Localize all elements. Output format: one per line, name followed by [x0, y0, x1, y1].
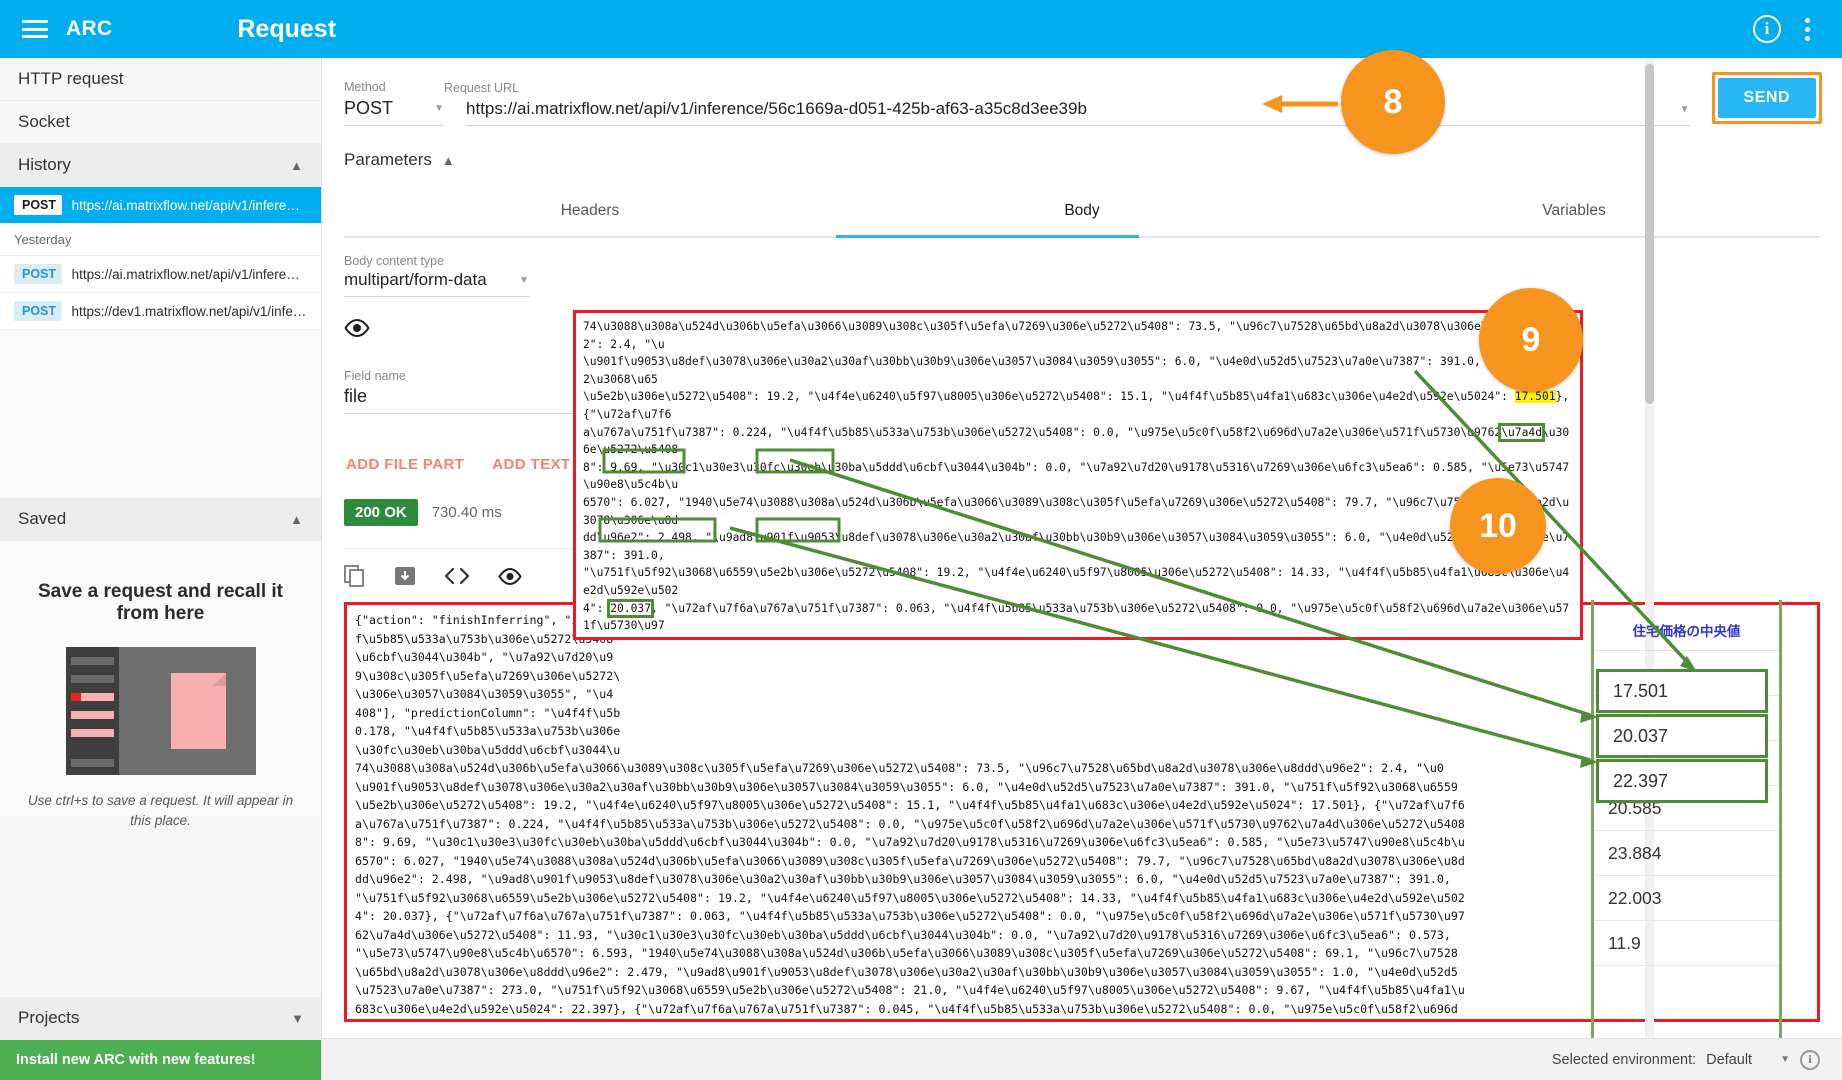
highlighted-value: 17.501	[1514, 390, 1556, 404]
active-tab-indicator	[835, 235, 1139, 238]
chevron-down-icon[interactable]: ▼	[1680, 104, 1690, 115]
chevron-up-icon[interactable]	[442, 153, 455, 168]
history-entry-url: https://ai.matrixflow.net/api/v1/inferen…	[71, 266, 307, 282]
send-button-highlight: SEND	[1711, 72, 1822, 124]
top-bar-actions: i	[1753, 14, 1814, 45]
method-select[interactable]: POST ▼	[344, 98, 444, 126]
response-toolbar	[344, 548, 574, 592]
response-json-overlay[interactable]: 74\u3088\u308a\u524d\u306b\u5efa\u3066\u…	[573, 310, 1583, 640]
copy-icon[interactable]	[344, 565, 366, 592]
sidebar-item-socket[interactable]: Socket	[0, 101, 321, 144]
saved-empty-title: Save a request and recall it from here	[37, 581, 283, 624]
sidebar-item-http-request[interactable]: HTTP request	[0, 58, 321, 101]
highlighted-cell-1: 17.501	[1596, 669, 1768, 713]
history-spacer	[0, 330, 321, 498]
method-label: Method	[344, 80, 386, 94]
body-content-type-select[interactable]: multipart/form-data ▼	[344, 270, 529, 297]
menu-icon[interactable]	[22, 20, 48, 38]
add-file-part-button[interactable]: ADD FILE PART	[344, 452, 466, 477]
request-url-label: Request URL	[444, 81, 520, 95]
sheet-cell: 23.884	[1594, 831, 1779, 876]
callout-badge-8: 8	[1341, 50, 1445, 154]
tab-body[interactable]: Body	[836, 188, 1328, 236]
chevron-up-icon[interactable]	[290, 512, 303, 527]
top-app-bar: ARC Request i	[0, 0, 1842, 58]
illustration-document	[170, 673, 226, 749]
callout-badge-10: 10	[1450, 478, 1546, 574]
history-entry-active[interactable]: POST https://ai.matrixflow.net/api/v1/in…	[0, 187, 321, 224]
response-time: 730.40 ms	[431, 504, 502, 521]
url-field: Request URL https://ai.matrixflow.net/ap…	[444, 81, 1690, 126]
send-button[interactable]: SEND	[1717, 78, 1816, 118]
chevron-down-icon[interactable]	[291, 1011, 304, 1026]
chevron-down-icon: ▼	[434, 103, 444, 114]
preview-eye-icon[interactable]	[498, 567, 522, 590]
body-content-type-value: multipart/form-data	[344, 270, 487, 289]
environment-label: Selected environment:	[1551, 1051, 1697, 1068]
chevron-down-icon: ▼	[519, 274, 529, 286]
sidebar-section-history[interactable]: History	[0, 144, 321, 187]
sheet-right-border	[1779, 600, 1782, 1050]
parameters-toggle[interactable]: Parameters	[322, 126, 1842, 170]
sidebar: HTTP request Socket History POST https:/…	[0, 58, 322, 1080]
illustration-sidebar	[65, 647, 119, 775]
chevron-up-icon[interactable]	[290, 158, 303, 173]
environment-select[interactable]: Default ▼	[1706, 1052, 1790, 1068]
history-entry-url: https://dev1.matrixflow.net/api/v1/infer…	[71, 303, 307, 319]
boxed-value: \u7a4d	[1498, 422, 1545, 442]
request-row: Method POST ▼ Request URL https://ai.mat…	[322, 58, 1842, 126]
history-entry-url: https://ai.matrixflow.net/api/v1/inferen…	[71, 197, 307, 213]
sidebar-section-saved[interactable]: Saved	[0, 498, 321, 541]
history-day-label: Yesterday	[0, 224, 321, 256]
method-field: Method POST ▼	[344, 80, 444, 126]
app-brand: ARC	[66, 17, 113, 40]
saved-empty-hint: Use ctrl+s to save a request. It will ap…	[27, 793, 294, 828]
request-url-input[interactable]: https://ai.matrixflow.net/api/v1/inferen…	[466, 99, 1690, 126]
boxed-value: 20.037	[607, 598, 655, 618]
callout-badge-9: 9	[1479, 288, 1583, 392]
chevron-down-icon: ▼	[1780, 1054, 1790, 1065]
history-label: History	[18, 155, 71, 174]
sheet-cell: 11.9	[1594, 921, 1779, 966]
page-title: Request	[237, 14, 337, 43]
status-badge: 200 OK	[344, 499, 418, 526]
install-banner[interactable]: Install new ARC with new features!	[0, 1040, 321, 1080]
highlighted-cell-3: 22.397	[1596, 759, 1768, 803]
more-options-icon[interactable]	[1801, 14, 1814, 45]
highlighted-cell-2: 20.037	[1596, 714, 1768, 758]
sidebar-item-label: HTTP request	[18, 69, 124, 88]
eye-icon[interactable]	[344, 318, 370, 338]
code-icon[interactable]	[444, 567, 470, 590]
saved-empty-state: Save a request and recall it from here U…	[0, 541, 321, 828]
status-bar: Selected environment: Default ▼ i	[322, 1038, 1842, 1080]
projects-label: Projects	[18, 1008, 80, 1027]
download-icon[interactable]	[394, 565, 416, 592]
saved-label: Saved	[18, 509, 67, 528]
request-url-value: https://ai.matrixflow.net/api/v1/inferen…	[466, 99, 1087, 118]
tab-headers[interactable]: Headers	[344, 188, 836, 236]
sidebar-item-label: Socket	[18, 112, 70, 131]
history-entry[interactable]: POST https://ai.matrixflow.net/api/v1/in…	[0, 256, 321, 293]
environment-value: Default	[1706, 1051, 1753, 1068]
sheet-column-header: 住宅価格の中央値	[1594, 612, 1779, 651]
method-badge: POST	[14, 264, 62, 284]
method-value: POST	[344, 98, 394, 118]
method-badge: POST	[14, 195, 62, 215]
info-icon[interactable]: i	[1753, 15, 1781, 43]
request-tabs: Headers Body Variables	[344, 188, 1820, 238]
history-entry[interactable]: POST https://dev1.matrixflow.net/api/v1/…	[0, 293, 321, 330]
sidebar-section-projects[interactable]: Projects	[0, 997, 321, 1040]
info-icon[interactable]: i	[1800, 1049, 1820, 1070]
arc-app-window: ARC Request i HTTP request Socket Histor…	[0, 0, 1842, 1080]
tab-variables[interactable]: Variables	[1328, 188, 1820, 236]
method-badge: POST	[14, 301, 62, 321]
parameters-label: Parameters	[344, 150, 432, 169]
saved-illustration	[65, 647, 256, 775]
body-content-type-label: Body content type	[344, 254, 445, 268]
sheet-cell: 22.003	[1594, 876, 1779, 921]
